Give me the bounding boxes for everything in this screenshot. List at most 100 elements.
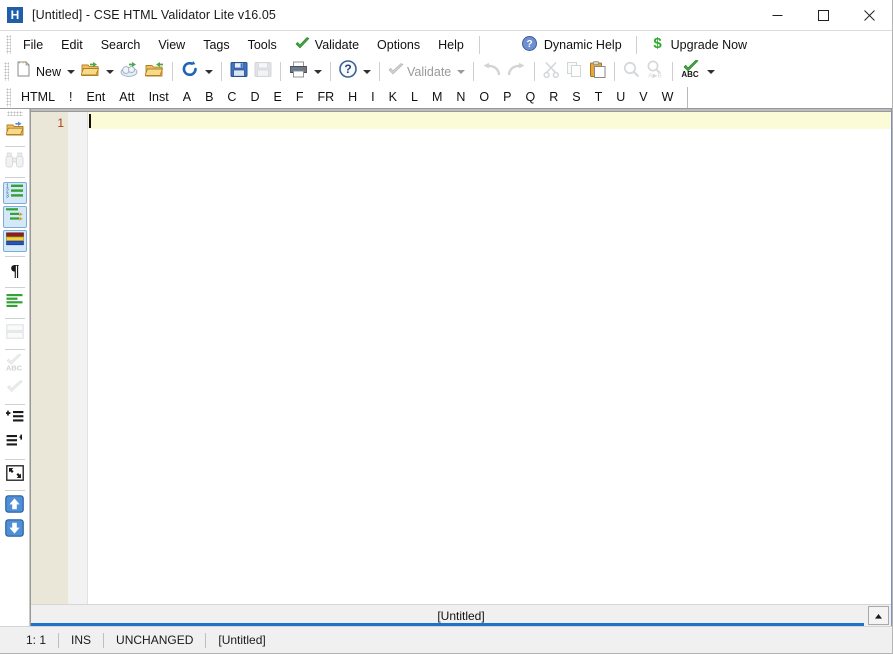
dynamic-help-button[interactable]: ? Dynamic Help [514, 33, 630, 57]
help-button[interactable]: ? [336, 60, 360, 84]
sidebar-item-numbered-list[interactable]: 1 2 3 [2, 182, 27, 204]
menu-file[interactable]: File [14, 35, 52, 55]
document-tab-untitled[interactable]: [Untitled] [427, 609, 494, 623]
sidebar-divider-4 [4, 287, 25, 288]
menu-help[interactable]: Help [429, 35, 473, 55]
grey-check-icon [388, 62, 404, 81]
sidebar-drag-grip[interactable] [6, 111, 23, 116]
code-text-area[interactable] [88, 112, 891, 604]
ordered-list-icon: 1 2 3 [6, 183, 24, 203]
tag-button-att[interactable]: Att [112, 88, 141, 106]
sidebar-divider-6 [4, 349, 25, 350]
open-file-button[interactable] [78, 60, 103, 84]
new-document-button[interactable]: New [12, 60, 64, 84]
help-dropdown-caret[interactable] [363, 69, 372, 74]
tag-button-fr[interactable]: FR [310, 88, 341, 106]
reload-button[interactable] [178, 60, 202, 84]
menu-search[interactable]: Search [92, 35, 150, 55]
current-line-highlight[interactable] [88, 112, 891, 129]
toolbar-separator-4 [330, 62, 332, 81]
close-button[interactable] [846, 0, 892, 31]
tag-button-q[interactable]: Q [518, 88, 542, 106]
tag-button-s[interactable]: S [565, 88, 587, 106]
tag-button-i[interactable]: I [364, 88, 381, 106]
sidebar-item-color-bars[interactable] [2, 230, 27, 252]
menu-tags[interactable]: Tags [194, 35, 238, 55]
tag-button-b[interactable]: B [198, 88, 220, 106]
save-button[interactable] [227, 60, 251, 84]
sidebar-item-move-up[interactable] [3, 494, 27, 517]
menu-options[interactable]: Options [368, 35, 429, 55]
status-insert-mode[interactable]: INS [59, 633, 103, 647]
tag-button-inst[interactable]: Inst [142, 88, 176, 106]
menu-validate[interactable]: Validate [286, 34, 368, 56]
open-from-web-button[interactable] [117, 60, 142, 84]
tag-button-h[interactable]: H [341, 88, 364, 106]
tag-button-html[interactable]: HTML [14, 88, 62, 106]
tag-button-n[interactable]: N [449, 88, 472, 106]
paste-button[interactable] [586, 60, 609, 84]
menu-view[interactable]: View [149, 35, 194, 55]
triangle-up-icon [874, 607, 883, 625]
tag-button-w[interactable]: W [655, 88, 681, 106]
tag-button-l[interactable]: L [404, 88, 425, 106]
open-dropdown-caret[interactable] [106, 69, 115, 74]
tag-button-a[interactable]: A [176, 88, 198, 106]
sidebar-item-nested-list[interactable] [2, 206, 27, 228]
toolbar-separator-8 [614, 62, 616, 81]
tag-button-bang[interactable]: ! [62, 88, 79, 106]
tag-button-k[interactable]: K [382, 88, 404, 106]
tab-scroll-up-button[interactable] [868, 606, 889, 625]
sidebar-item-open-document[interactable] [3, 120, 27, 142]
sidebar-item-indent-decrease[interactable] [3, 433, 27, 455]
spell-check-dropdown-caret[interactable] [707, 69, 716, 74]
copy-button [563, 60, 586, 84]
tag-button-e[interactable]: E [266, 88, 288, 106]
maximize-button[interactable] [800, 0, 846, 31]
new-dropdown-caret[interactable] [67, 69, 76, 74]
validate-dropdown-caret[interactable] [457, 69, 466, 74]
new-button-label: New [36, 64, 62, 79]
tag-button-m[interactable]: M [425, 88, 449, 106]
upgrade-now-button[interactable]: $ Upgrade Now [643, 32, 755, 57]
spell-check-button[interactable]: ABC [678, 59, 704, 84]
document-tab-strip: [Untitled] [31, 604, 891, 626]
tag-button-p[interactable]: P [496, 88, 518, 106]
sidebar-item-green-lines[interactable] [3, 292, 27, 314]
tag-button-d[interactable]: D [243, 88, 266, 106]
minimize-button[interactable] [754, 0, 800, 31]
tag-button-t[interactable]: T [588, 88, 610, 106]
tag-bar: HTML ! Ent Att Inst A B C D E F FR H I K… [0, 86, 892, 109]
menu-options-label: Options [377, 37, 421, 52]
svg-text:?: ? [344, 62, 351, 76]
dynamic-help-label: Dynamic Help [543, 37, 622, 52]
fold-margin[interactable] [68, 112, 88, 604]
toolbar-drag-grip[interactable] [4, 62, 9, 81]
print-button[interactable] [286, 60, 311, 84]
tag-button-f[interactable]: F [289, 88, 311, 106]
menu-drag-grip[interactable] [6, 35, 11, 54]
refresh-circle-icon [181, 60, 199, 83]
menu-edit[interactable]: Edit [52, 35, 92, 55]
editor-body[interactable]: 1 [31, 112, 891, 604]
tree-list-icon [5, 207, 24, 227]
reload-dropdown-caret[interactable] [205, 69, 214, 74]
print-dropdown-caret[interactable] [314, 69, 323, 74]
sidebar-item-paragraph-marks[interactable]: ¶ [3, 261, 27, 283]
svg-text:A▶B: A▶B [648, 73, 662, 79]
tag-button-o[interactable]: O [472, 88, 496, 106]
sidebar-item-move-down[interactable] [3, 518, 27, 541]
green-check-icon [295, 36, 310, 53]
svg-text:¶: ¶ [10, 261, 19, 278]
reopen-file-button[interactable] [142, 60, 167, 84]
sidebar-item-full-screen[interactable] [3, 464, 27, 486]
tag-button-v[interactable]: V [632, 88, 654, 106]
tagbar-drag-grip[interactable] [6, 87, 11, 107]
menu-bar-right: ? Dynamic Help $ Upgrade Now [514, 32, 755, 57]
tag-button-u[interactable]: U [609, 88, 632, 106]
sidebar-item-indent-increase[interactable] [3, 409, 27, 431]
menu-tools[interactable]: Tools [239, 35, 286, 55]
tag-button-r[interactable]: R [542, 88, 565, 106]
tag-button-c[interactable]: C [220, 88, 243, 106]
tag-button-ent[interactable]: Ent [80, 88, 113, 106]
